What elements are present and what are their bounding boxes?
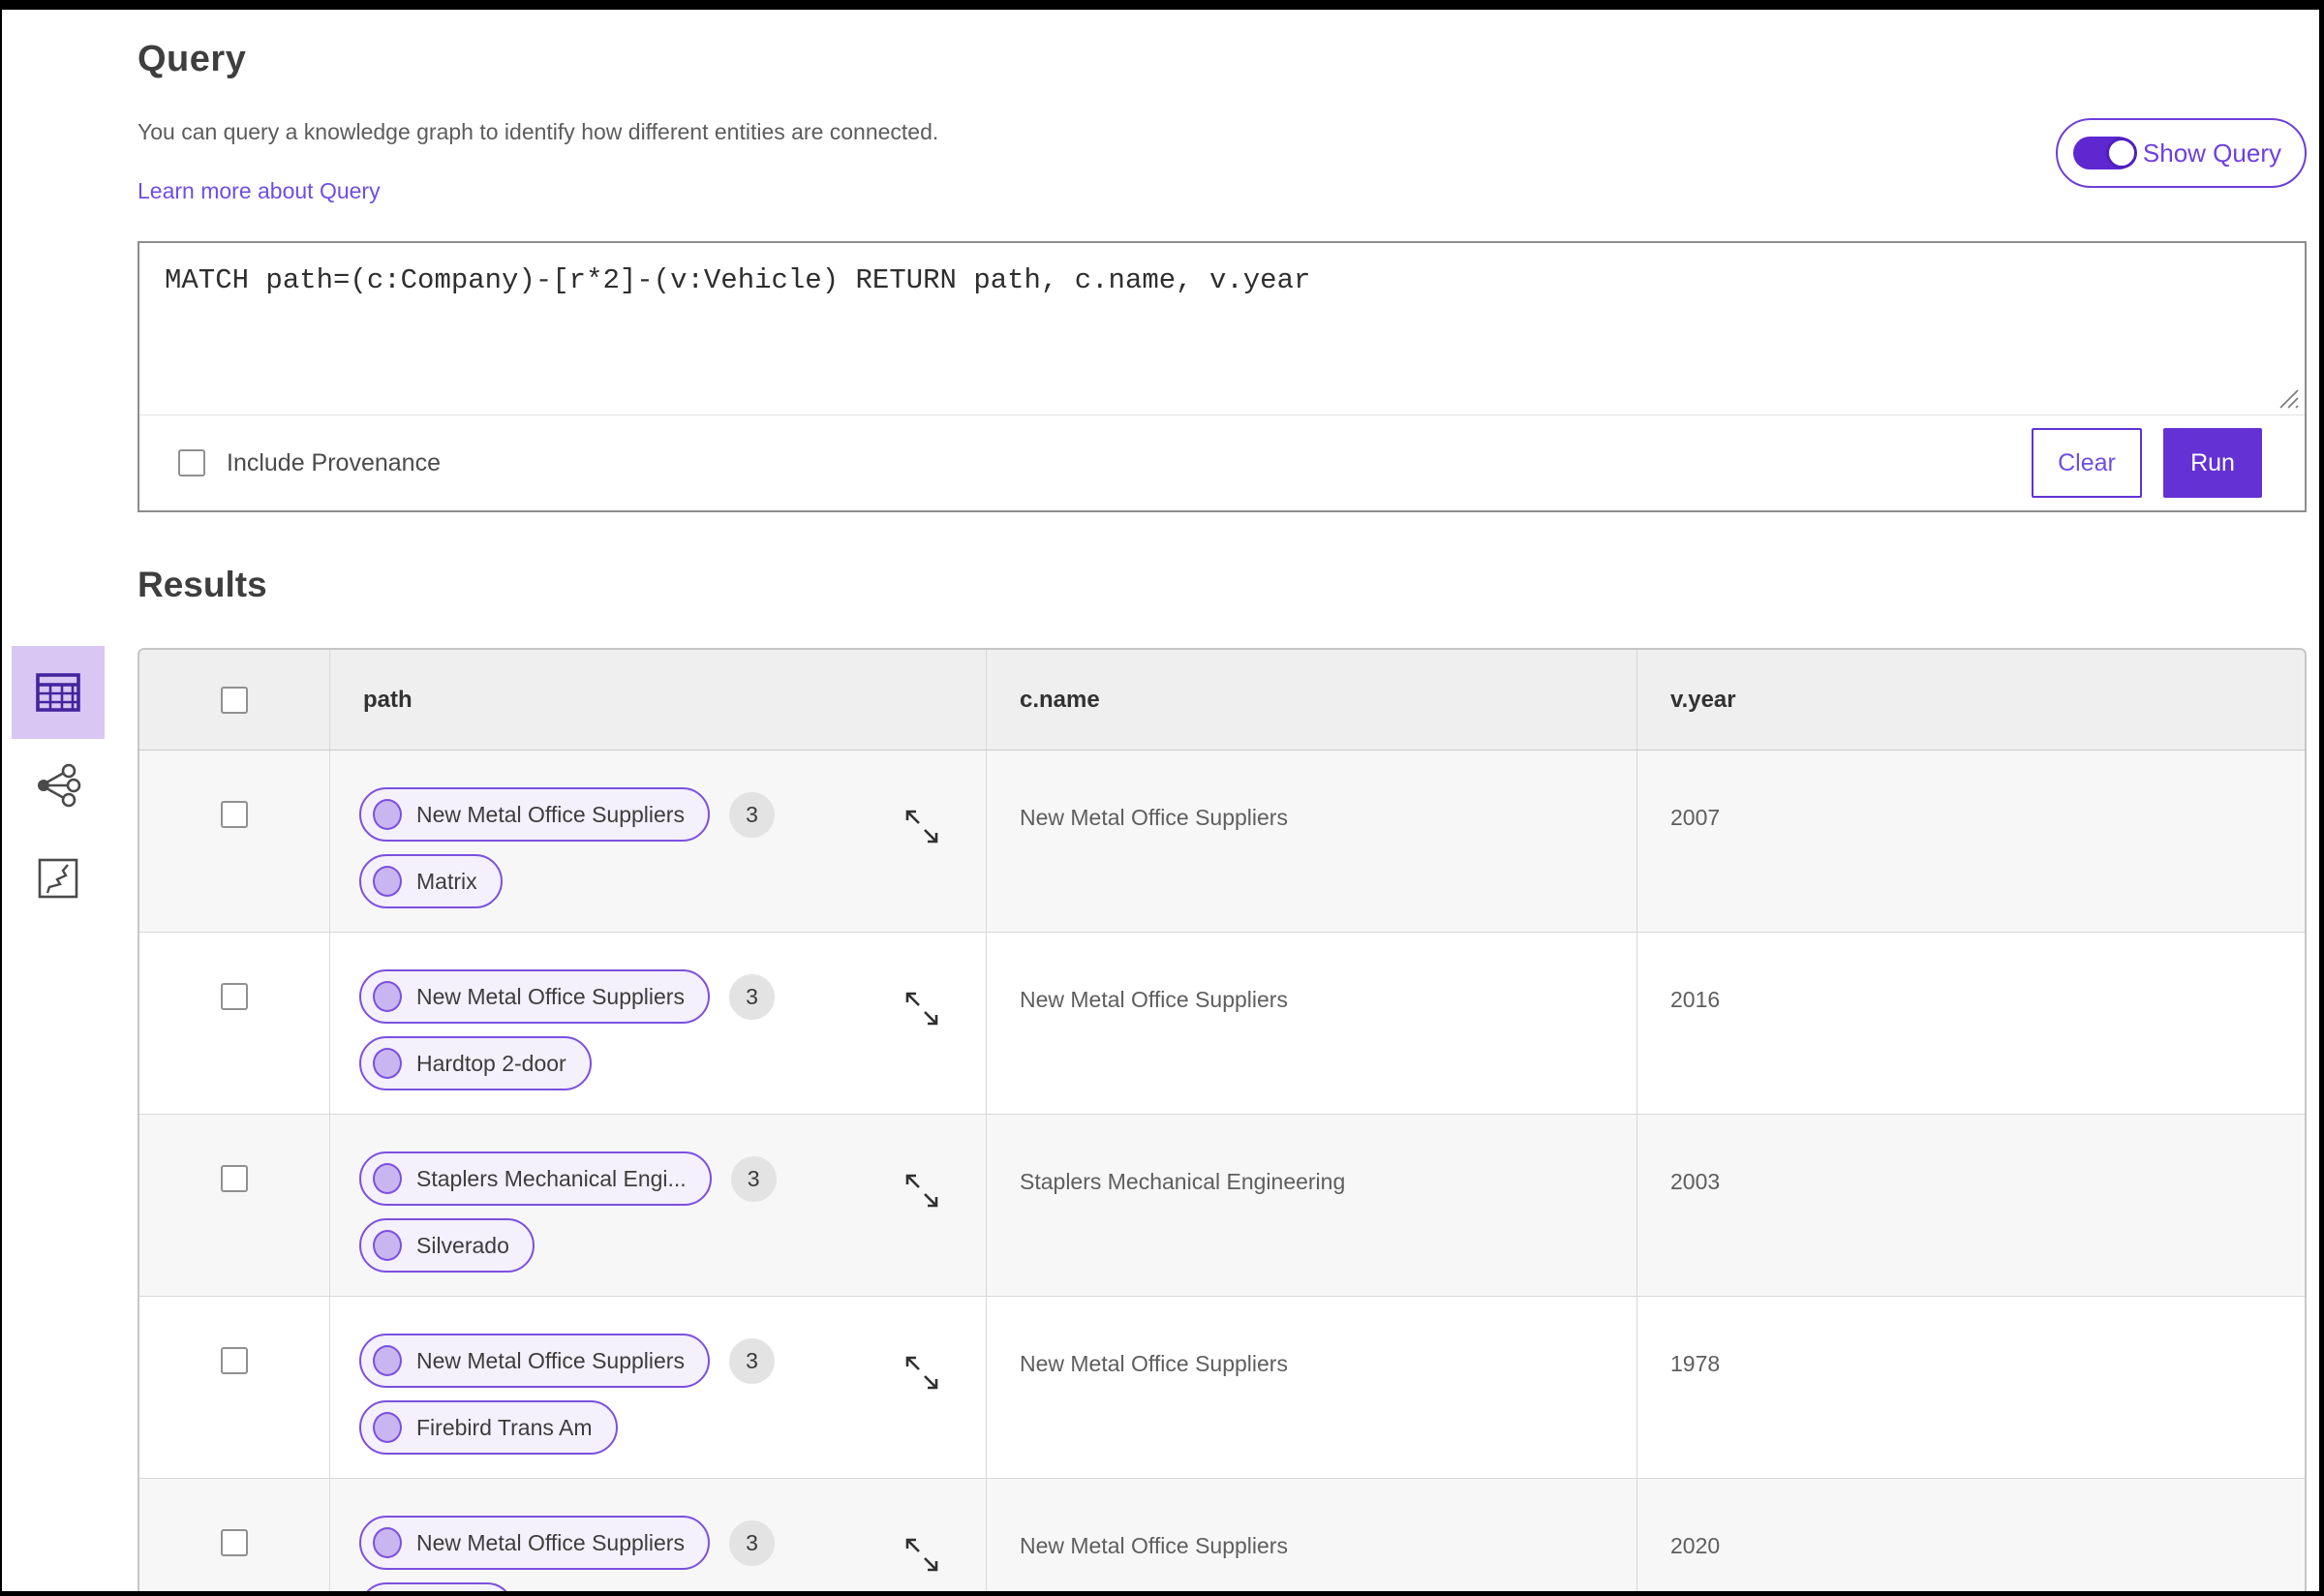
table-row: New Metal Office Suppliers 3 Matrix New … (139, 751, 2305, 933)
show-query-label: Show Query (2142, 138, 2281, 168)
select-all-checkbox[interactable] (221, 686, 248, 714)
path-node-pill[interactable]: New Metal Office Suppliers (359, 1516, 710, 1570)
path-node-pill[interactable]: New Metal Office Suppliers (359, 787, 710, 842)
pill-label: New Metal Office Suppliers (416, 1529, 685, 1555)
node-icon (373, 1163, 402, 1194)
pill-label: Matrix (416, 868, 477, 894)
table-icon (36, 673, 80, 712)
page-description: You can query a knowledge graph to ident… (138, 119, 939, 144)
pill-label: New Metal Office Suppliers (416, 983, 685, 1009)
path-node-pill[interactable]: Ranger (359, 1582, 515, 1591)
table-row: New Metal Office Suppliers 3 Firebird Tr… (139, 1297, 2305, 1479)
page-title: Query (138, 39, 247, 79)
pill-label: Staplers Mechanical Engi... (416, 1165, 687, 1191)
cell-cname: Staplers Mechanical Engineering (986, 1115, 1636, 1296)
app-window: Query You can query a knowledge graph to… (0, 0, 2324, 1596)
run-button[interactable]: Run (2163, 428, 2262, 498)
row-checkbox[interactable] (221, 801, 248, 828)
pill-label: Firebird Trans Am (416, 1414, 593, 1440)
row-checkbox[interactable] (221, 1529, 248, 1556)
path-node-pill[interactable]: Staplers Mechanical Engi... (359, 1151, 712, 1206)
column-header-cname: c.name (986, 650, 1636, 750)
results-table: path c.name v.year New Metal Office Supp… (138, 648, 2307, 1591)
path-node-pill[interactable]: Firebird Trans Am (359, 1400, 618, 1455)
row-checkbox[interactable] (221, 1165, 248, 1192)
graph-view-button[interactable] (12, 739, 105, 832)
cell-vyear: 1978 (1636, 1297, 2305, 1478)
include-provenance-label: Include Provenance (227, 448, 441, 476)
toggle-knob (2105, 138, 2137, 169)
path-node-pill[interactable]: Matrix (359, 854, 503, 908)
path-count-badge: 3 (728, 791, 775, 838)
graph-icon (38, 763, 81, 808)
pill-label: Hardtop 2-door (416, 1050, 566, 1076)
cell-vyear: 2007 (1636, 751, 2305, 932)
path-count-badge: 3 (728, 1337, 775, 1384)
cell-vyear: 2003 (1636, 1115, 2305, 1296)
cell-vyear: 2016 (1636, 933, 2305, 1114)
path-node-pill[interactable]: New Metal Office Suppliers (359, 969, 710, 1024)
node-icon (373, 799, 402, 830)
expand-path-icon[interactable] (901, 1351, 943, 1394)
query-editor: MATCH path=(c:Company)-[r*2]-(v:Vehicle)… (139, 243, 2305, 415)
chart-icon (38, 858, 78, 899)
path-node-pill[interactable]: New Metal Office Suppliers (359, 1334, 710, 1388)
table-row: Staplers Mechanical Engi... 3 Silverado (139, 1115, 2305, 1297)
node-icon (373, 981, 402, 1012)
path-count-badge: 3 (728, 1519, 775, 1566)
expand-path-icon[interactable] (901, 1169, 943, 1212)
node-icon (373, 1345, 402, 1376)
results-title: Results (138, 565, 267, 604)
cell-cname: New Metal Office Suppliers (986, 1297, 1636, 1478)
query-input[interactable]: MATCH path=(c:Company)-[r*2]-(v:Vehicle)… (139, 243, 2305, 414)
toggle-on-icon[interactable] (2072, 137, 2137, 169)
row-checkbox[interactable] (221, 1347, 248, 1374)
clear-button[interactable]: Clear (2032, 428, 2142, 498)
query-panel: MATCH path=(c:Company)-[r*2]-(v:Vehicle)… (138, 241, 2307, 512)
view-mode-rail (12, 646, 105, 925)
expand-path-icon[interactable] (901, 987, 943, 1029)
table-row: New Metal Office Suppliers 3 Hardtop 2-d… (139, 933, 2305, 1115)
path-node-pill[interactable]: Hardtop 2-door (359, 1036, 592, 1090)
node-icon (373, 1048, 402, 1079)
show-query-toggle[interactable]: Show Query (2055, 118, 2307, 188)
path-count-badge: 3 (730, 1155, 777, 1202)
row-checkbox[interactable] (221, 983, 248, 1010)
cell-cname: New Metal Office Suppliers (986, 1479, 1636, 1591)
pill-label: Silverado (416, 1232, 509, 1258)
path-count-badge: 3 (728, 973, 775, 1020)
table-view-button[interactable] (12, 646, 105, 739)
learn-more-link[interactable]: Learn more about Query (138, 178, 381, 204)
cell-vyear: 2020 (1636, 1479, 2305, 1591)
column-header-vyear: v.year (1636, 650, 2305, 750)
node-icon (373, 1230, 402, 1261)
pill-label: New Metal Office Suppliers (416, 1347, 685, 1373)
resize-handle-icon[interactable] (2277, 386, 2300, 410)
cell-cname: New Metal Office Suppliers (986, 933, 1636, 1114)
node-icon (373, 866, 402, 897)
node-icon (373, 1412, 402, 1443)
chart-view-button[interactable] (12, 832, 105, 925)
table-row: New Metal Office Suppliers 3 Ranger (139, 1479, 2305, 1591)
cell-cname: New Metal Office Suppliers (986, 751, 1636, 932)
query-actions-bar: Include Provenance Clear Run (139, 415, 2305, 510)
column-header-path: path (329, 650, 986, 750)
expand-path-icon[interactable] (901, 805, 943, 847)
node-icon (373, 1527, 402, 1558)
table-header-row: path c.name v.year (139, 650, 2305, 751)
pill-label: New Metal Office Suppliers (416, 801, 685, 827)
path-node-pill[interactable]: Silverado (359, 1218, 535, 1273)
include-provenance-checkbox[interactable] (178, 449, 205, 476)
window-top-bar (2, 0, 2319, 10)
expand-path-icon[interactable] (901, 1533, 943, 1576)
